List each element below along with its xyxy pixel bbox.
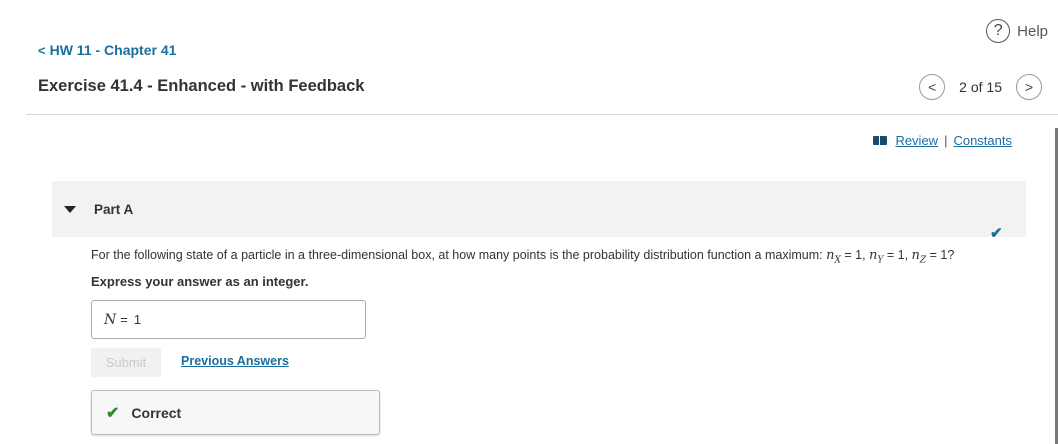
answer-equals: = bbox=[120, 312, 128, 327]
review-link[interactable]: Review bbox=[895, 133, 938, 148]
item-pager: < 2 of 15 > bbox=[919, 74, 1042, 100]
question-prefix: For the following state of a particle in… bbox=[91, 248, 827, 262]
chevron-left-icon: < bbox=[38, 42, 46, 58]
answer-input[interactable]: N = 1 bbox=[91, 300, 366, 339]
header-divider bbox=[26, 114, 1058, 115]
back-to-assignment-link[interactable]: < HW 11 - Chapter 41 bbox=[38, 42, 176, 58]
correct-check-icon: ✔ bbox=[106, 404, 120, 422]
answer-value: 1 bbox=[133, 312, 142, 327]
next-item-button[interactable]: > bbox=[1016, 74, 1042, 100]
answer-instruction: Express your answer as an integer. bbox=[91, 274, 309, 289]
item-position: 2 of 15 bbox=[959, 79, 1002, 95]
n-x-symbol: nX bbox=[826, 248, 841, 266]
exercise-title: Exercise 41.4 - Enhanced - with Feedback bbox=[38, 77, 365, 95]
n-z-symbol: nZ bbox=[911, 248, 927, 266]
n-x-value: = 1, bbox=[840, 248, 870, 262]
part-label: Part A bbox=[94, 201, 134, 217]
resources-links: Review | Constants bbox=[873, 133, 1012, 148]
previous-item-button[interactable]: < bbox=[919, 74, 946, 100]
part-complete-check-icon: ✔ bbox=[990, 225, 1003, 242]
previous-answers-link[interactable]: Previous Answers bbox=[181, 354, 289, 368]
question-text: For the following state of a particle in… bbox=[91, 248, 954, 266]
answer-variable: N bbox=[104, 311, 117, 328]
question-circle-icon: ? bbox=[986, 19, 1011, 43]
assignment-title: HW 11 - Chapter 41 bbox=[49, 42, 177, 58]
constants-link[interactable]: Constants bbox=[953, 133, 1012, 148]
feedback-label: Correct bbox=[131, 404, 182, 421]
submit-button[interactable]: Submit bbox=[91, 348, 161, 377]
n-y-symbol: nY bbox=[869, 248, 884, 266]
n-z-value: = 1? bbox=[926, 248, 955, 262]
help-button[interactable]: ? Help bbox=[986, 19, 1048, 43]
part-a-header[interactable]: Part A bbox=[52, 181, 1026, 237]
feedback-box: ✔ Correct bbox=[91, 390, 380, 435]
book-icon bbox=[873, 136, 888, 145]
link-separator: | bbox=[944, 133, 948, 148]
help-label: Help bbox=[1017, 22, 1048, 40]
n-y-value: = 1, bbox=[883, 248, 912, 262]
collapse-caret-icon[interactable] bbox=[64, 205, 76, 213]
